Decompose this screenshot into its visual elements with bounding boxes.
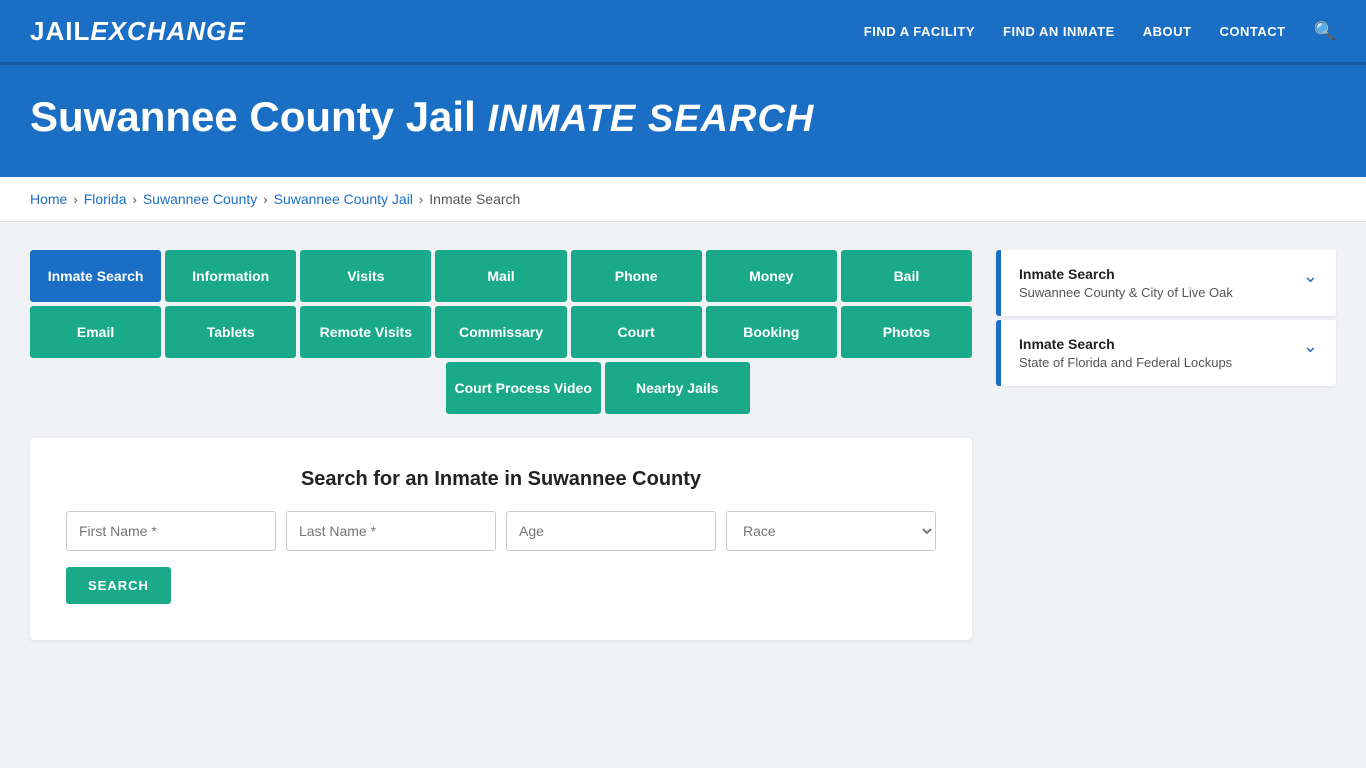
sidebar-card-florida-subtitle: State of Florida and Federal Lockups	[1019, 355, 1232, 370]
breadcrumb-sep-3: ›	[263, 192, 267, 207]
tab-court[interactable]: Court	[571, 306, 702, 358]
logo-exchange: EXCHANGE	[90, 16, 245, 46]
tab-tablets[interactable]: Tablets	[165, 306, 296, 358]
right-sidebar: Inmate Search Suwannee County & City of …	[996, 250, 1336, 390]
tab-nearby-jails[interactable]: Nearby Jails	[605, 362, 750, 414]
breadcrumb-bar: Home › Florida › Suwannee County › Suwan…	[0, 177, 1366, 222]
tabs-row3: Court Process Video Nearby Jails	[30, 362, 972, 414]
hero-title-main: Suwannee County Jail	[30, 93, 476, 140]
sidebar-card-suwannee: Inmate Search Suwannee County & City of …	[996, 250, 1336, 316]
tab-remote-visits[interactable]: Remote Visits	[300, 306, 431, 358]
breadcrumb-suwannee-county[interactable]: Suwannee County	[143, 191, 257, 207]
age-input[interactable]	[506, 511, 716, 551]
breadcrumb-home[interactable]: Home	[30, 191, 67, 207]
tab-booking[interactable]: Booking	[706, 306, 837, 358]
sidebar-card-florida-title: Inmate Search	[1019, 336, 1232, 352]
tab-mail[interactable]: Mail	[435, 250, 566, 302]
nav-find-facility[interactable]: FIND A FACILITY	[864, 24, 975, 39]
tab-email[interactable]: Email	[30, 306, 161, 358]
tab-bail[interactable]: Bail	[841, 250, 972, 302]
tabs-row2: Email Tablets Remote Visits Commissary C…	[30, 306, 972, 358]
tab-inmate-search[interactable]: Inmate Search	[30, 250, 161, 302]
breadcrumb-florida[interactable]: Florida	[84, 191, 127, 207]
hero-banner: Suwannee County Jail INMATE SEARCH	[0, 65, 1366, 177]
first-name-input[interactable]	[66, 511, 276, 551]
tab-photos[interactable]: Photos	[841, 306, 972, 358]
site-header: JAILEXCHANGE FIND A FACILITY FIND AN INM…	[0, 0, 1366, 65]
tab-money[interactable]: Money	[706, 250, 837, 302]
sidebar-card-suwannee-subtitle: Suwannee County & City of Live Oak	[1019, 285, 1233, 300]
left-column: Inmate Search Information Visits Mail Ph…	[30, 250, 972, 640]
chevron-down-icon: ⌄	[1303, 266, 1318, 287]
nav-about[interactable]: ABOUT	[1143, 24, 1192, 39]
sidebar-card-florida: Inmate Search State of Florida and Feder…	[996, 320, 1336, 386]
hero-title-italic: INMATE SEARCH	[487, 98, 814, 140]
breadcrumb: Home › Florida › Suwannee County › Suwan…	[30, 191, 1336, 207]
search-form-title: Search for an Inmate in Suwannee County	[66, 468, 936, 491]
page-title: Suwannee County Jail INMATE SEARCH	[30, 93, 1336, 141]
main-nav: FIND A FACILITY FIND AN INMATE ABOUT CON…	[864, 21, 1336, 42]
chevron-down-icon-2: ⌄	[1303, 336, 1318, 357]
race-select[interactable]: Race All White Black Hispanic Asian Othe…	[726, 511, 936, 551]
nav-find-inmate[interactable]: FIND AN INMATE	[1003, 24, 1115, 39]
tab-information[interactable]: Information	[165, 250, 296, 302]
nav-contact[interactable]: CONTACT	[1219, 24, 1285, 39]
breadcrumb-sep-4: ›	[419, 192, 423, 207]
breadcrumb-jail[interactable]: Suwannee County Jail	[274, 191, 413, 207]
tab-phone[interactable]: Phone	[571, 250, 702, 302]
breadcrumb-sep-2: ›	[133, 192, 137, 207]
main-content: Inmate Search Information Visits Mail Ph…	[0, 222, 1366, 668]
search-button[interactable]: SEARCH	[66, 567, 171, 604]
site-logo[interactable]: JAILEXCHANGE	[30, 16, 246, 47]
inmate-search-form: Search for an Inmate in Suwannee County …	[30, 438, 972, 640]
tab-commissary[interactable]: Commissary	[435, 306, 566, 358]
tabs-row1: Inmate Search Information Visits Mail Ph…	[30, 250, 972, 302]
tab-visits[interactable]: Visits	[300, 250, 431, 302]
breadcrumb-current: Inmate Search	[429, 191, 520, 207]
search-fields-row: Race All White Black Hispanic Asian Othe…	[66, 511, 936, 551]
sidebar-card-suwannee-title: Inmate Search	[1019, 266, 1233, 282]
sidebar-card-florida-header[interactable]: Inmate Search State of Florida and Feder…	[996, 320, 1336, 386]
breadcrumb-sep-1: ›	[73, 192, 77, 207]
sidebar-card-suwannee-header[interactable]: Inmate Search Suwannee County & City of …	[996, 250, 1336, 316]
header-search-icon[interactable]: 🔍	[1314, 21, 1336, 42]
tab-court-process-video[interactable]: Court Process Video	[446, 362, 601, 414]
last-name-input[interactable]	[286, 511, 496, 551]
logo-jail: JAIL	[30, 16, 90, 46]
